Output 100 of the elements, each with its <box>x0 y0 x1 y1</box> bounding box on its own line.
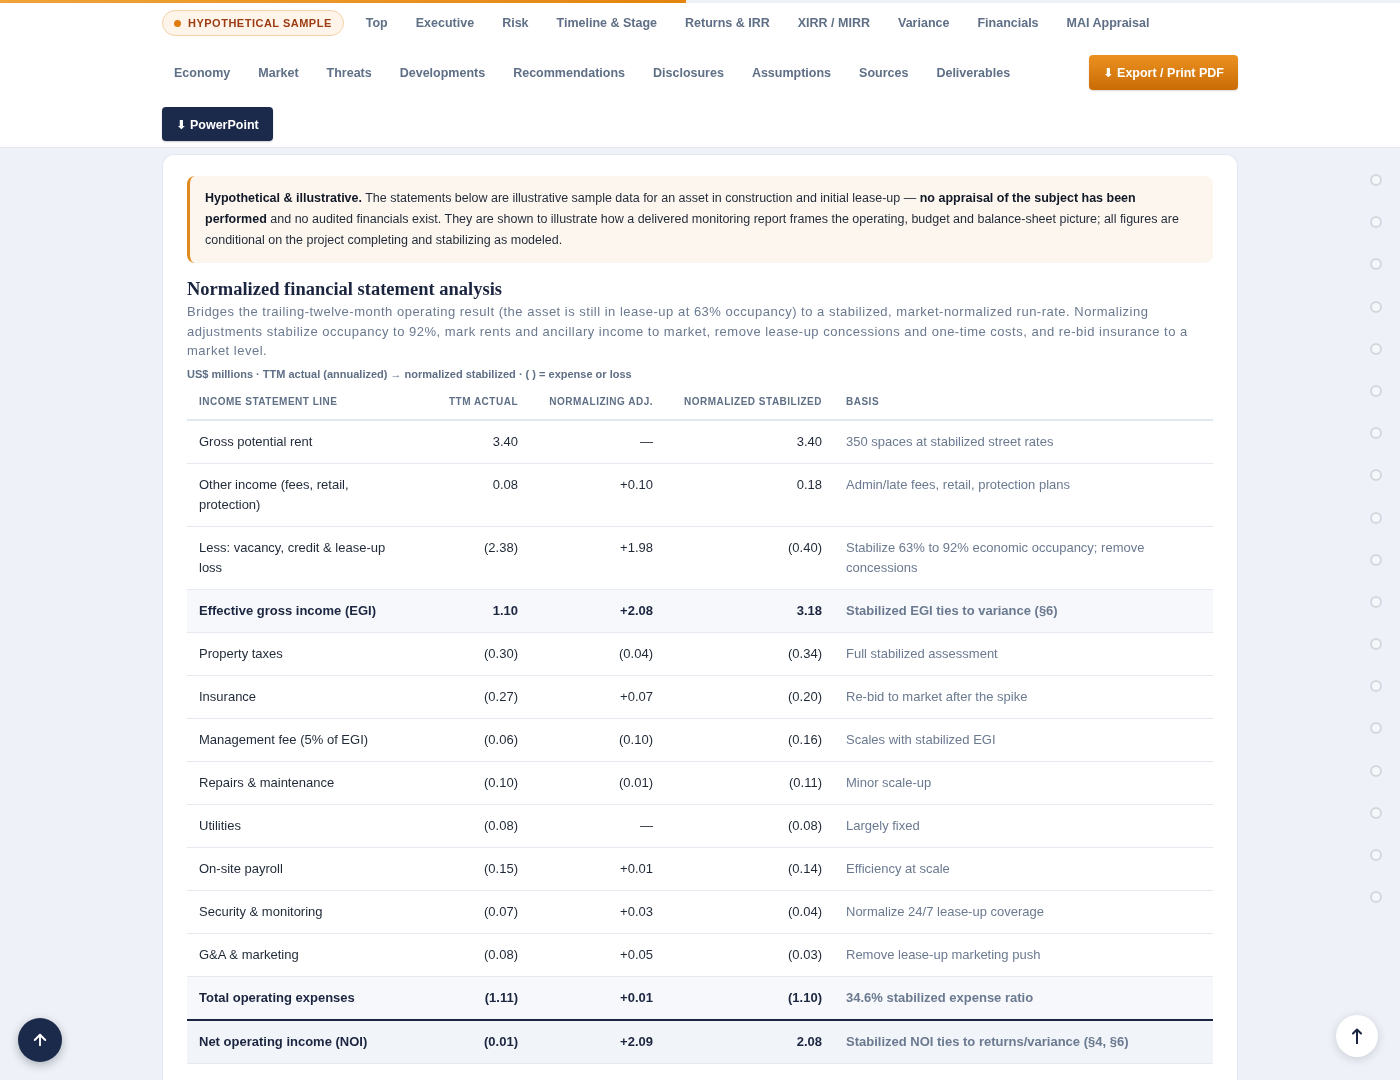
table-cell: Stabilize 63% to 92% economic occupancy; remove concessions <box>834 526 1213 589</box>
table-cell: +0.07 <box>530 675 665 718</box>
powerpoint-button[interactable]: ⬇ PowerPoint <box>162 107 273 141</box>
nav-link[interactable]: Recommendations <box>501 59 637 86</box>
table-cell: Insurance <box>187 675 422 718</box>
table-cell: (0.01) <box>530 761 665 804</box>
table-cell: (0.10) <box>422 761 530 804</box>
table-cell: Effective gross income (EGI) <box>187 589 422 632</box>
section-nav-dot[interactable] <box>1370 216 1382 229</box>
nav-link[interactable]: Executive <box>403 10 487 36</box>
nav-link[interactable]: Top <box>353 10 400 36</box>
section-nav-dot[interactable] <box>1370 722 1382 735</box>
table-cell: 350 spaces at stabilized street rates <box>834 419 1213 463</box>
units-note: US$ millions · TTM actual (annualized) → normalized stabilized · ( ) = expense or loss <box>187 366 633 382</box>
section-nav-dot[interactable] <box>1370 806 1382 819</box>
table-cell: (0.03) <box>665 933 834 976</box>
table-cell: Property taxes <box>187 632 422 675</box>
section-nav-dot[interactable] <box>1370 511 1382 524</box>
table-cell: (0.11) <box>665 761 834 804</box>
table-cell: +0.03 <box>530 890 665 933</box>
nav-link[interactable]: Market <box>246 59 311 86</box>
nav-link[interactable]: Risk <box>490 10 541 36</box>
table-cell: +2.08 <box>530 589 665 632</box>
table-cell: Efficiency at scale <box>834 847 1213 890</box>
nav-link[interactable]: Assumptions <box>739 59 844 86</box>
table-cell: Gross potential rent <box>187 419 422 463</box>
table-cell: (0.08) <box>665 804 834 847</box>
section-nav-dot[interactable] <box>1370 258 1382 271</box>
scroll-up-button[interactable] <box>1336 1015 1378 1057</box>
nav-link[interactable]: XIRR / MIRR <box>785 10 882 36</box>
nav-link[interactable]: Returns & IRR <box>673 10 782 36</box>
table-cell: Largely fixed <box>834 804 1213 847</box>
table-cell: On-site payroll <box>187 847 422 890</box>
table-cell: 3.18 <box>665 589 834 632</box>
table-cell: +2.09 <box>530 1019 665 1063</box>
section-nav-dot[interactable] <box>1370 849 1382 861</box>
table-cell: Utilities <box>187 804 422 847</box>
table-cell: (0.27) <box>422 675 530 718</box>
nav-link[interactable]: Economy <box>162 59 243 86</box>
section-nav-dot[interactable] <box>1370 300 1382 313</box>
table-cell: Full stabilized assessment <box>834 632 1213 675</box>
section-description: Bridges the trailing-twelve-month operating result (the asset is still in lease-up at 63% occupancy) to a stabilized, market-normalized run-rate. Normalizing adjustments stabilize occupancy to 92%, mark rents and ancillary income to market, remove lease-up concessions and one-time costs, and re-bid insurance to a market level. <box>187 303 1189 360</box>
nav-link[interactable]: Disclosures <box>641 59 736 86</box>
table-cell: (0.08) <box>422 933 530 976</box>
nav-link[interactable]: Sources <box>847 59 921 86</box>
export-pdf-button[interactable]: ⬇ Export / Print PDF <box>1089 55 1238 90</box>
disclaimer-notice: Hypothetical & illustrative. The statements below are illustrative sample data for an asset in construction and initial lease-up — no appraisal of the subject has been performed and no audited financials exist. They are shown to illustrate how a delivered monitoring report frames the operating, budget and balance-sheet picture; all figures are conditional on the project completing and stabilizing as modeled. <box>187 176 1213 263</box>
table-cell: — <box>530 804 665 847</box>
table-cell: G&A & marketing <box>187 933 422 976</box>
dot-icon <box>174 19 181 27</box>
section-nav-dot[interactable] <box>1370 342 1382 355</box>
table-cell: Minor scale-up <box>834 761 1213 804</box>
column-header: NORMALIZED STABILIZED <box>665 385 834 420</box>
table-cell: (0.16) <box>665 718 834 761</box>
table-cell: (0.34) <box>665 632 834 675</box>
table-cell: Total operating expenses <box>187 976 422 1020</box>
table-cell: (0.04) <box>665 890 834 933</box>
table-cell: 1.10 <box>422 589 530 632</box>
table-cell: (0.04) <box>530 632 665 675</box>
table-cell: +0.01 <box>530 847 665 890</box>
section-nav-dot[interactable] <box>1370 469 1382 482</box>
back-to-top-button[interactable] <box>18 1018 62 1062</box>
section-nav-dot[interactable] <box>1370 891 1382 904</box>
table-cell: Normalize 24/7 lease-up coverage <box>834 890 1213 933</box>
table-cell: (0.15) <box>422 847 530 890</box>
table-cell: Other income (fees, retail, protection) <box>187 463 422 526</box>
section-nav-dot[interactable] <box>1370 638 1382 651</box>
section-nav-dot[interactable] <box>1370 174 1382 186</box>
nav-link[interactable]: Threats <box>314 59 384 86</box>
nav-link[interactable]: Variance <box>886 10 962 36</box>
table-cell: +0.05 <box>530 933 665 976</box>
nav-link[interactable]: Timeline & Stage <box>544 10 670 36</box>
table-cell: (1.11) <box>422 976 530 1020</box>
table-cell: +1.98 <box>530 526 665 589</box>
section-title: Normalized financial statement analysis <box>187 278 503 301</box>
section-nav-dot[interactable] <box>1370 427 1382 440</box>
table-cell: (0.10) <box>530 718 665 761</box>
table-cell: Management fee (5% of EGI) <box>187 718 422 761</box>
column-header: INCOME STATEMENT LINE <box>187 385 422 420</box>
nav-link[interactable]: Deliverables <box>924 59 1023 86</box>
table-cell: (0.06) <box>422 718 530 761</box>
table-cell: Stabilized NOI ties to returns/variance (§4, §6) <box>834 1019 1213 1063</box>
column-header: TTM ACTUAL <box>422 385 530 420</box>
section-nav-dot[interactable] <box>1370 384 1382 397</box>
section-nav-dot[interactable] <box>1370 595 1382 608</box>
nav-link[interactable]: MAI Appraisal <box>1054 10 1162 36</box>
table-cell: Scales with stabilized EGI <box>834 718 1213 761</box>
section-nav-dot[interactable] <box>1370 764 1382 777</box>
table-cell: (0.08) <box>422 804 530 847</box>
section-nav-dot[interactable] <box>1370 553 1382 566</box>
section-nav-dot[interactable] <box>1370 680 1382 693</box>
table-cell: Less: vacancy, credit & lease-up loss <box>187 526 422 589</box>
table-cell: (0.01) <box>422 1019 530 1063</box>
table-cell: 0.18 <box>665 463 834 526</box>
table-cell: (1.10) <box>665 976 834 1020</box>
table-cell: (0.40) <box>665 526 834 589</box>
nav-link[interactable]: Developments <box>387 59 498 86</box>
table-cell: (2.38) <box>422 526 530 589</box>
nav-link[interactable]: Financials <box>965 10 1051 36</box>
table-cell: Security & monitoring <box>187 890 422 933</box>
